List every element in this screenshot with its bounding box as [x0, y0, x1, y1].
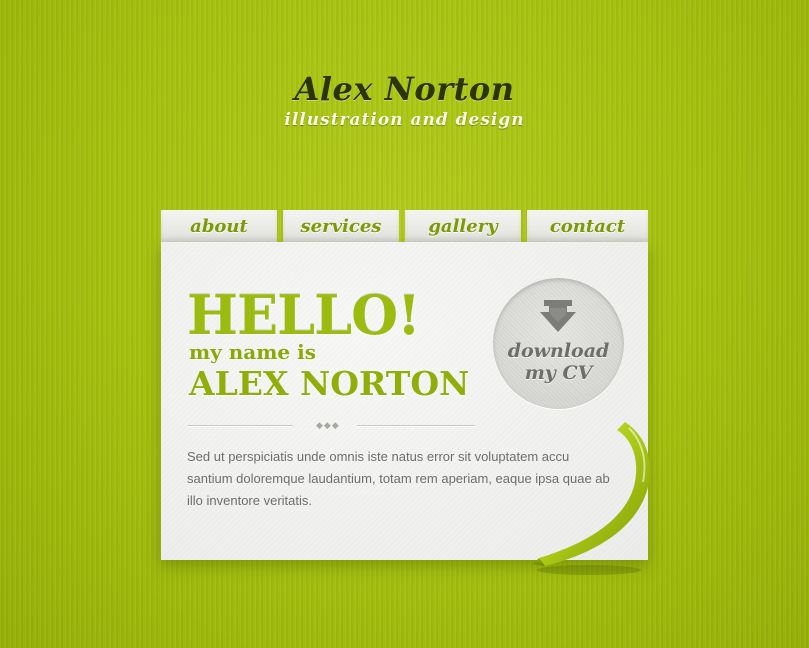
download-cv-button[interactable]: download my CV — [493, 278, 624, 409]
download-label-line1: download — [507, 340, 610, 362]
down-arrow-icon — [540, 300, 576, 332]
name-heading: ALEX NORTON — [189, 364, 470, 403]
site-tagline: illustration and design — [284, 110, 525, 130]
hello-heading: HELLO! — [187, 283, 421, 347]
divider-dots: ◆◆◆ — [316, 420, 340, 430]
divider-left — [188, 425, 293, 426]
nav-tab-services[interactable]: services — [283, 210, 399, 242]
corner-ribbon — [533, 422, 650, 575]
nav-tab-about[interactable]: about — [161, 210, 277, 242]
main-nav: about services gallery contact — [161, 210, 648, 242]
intro-text: my name is — [189, 340, 316, 364]
nav-tab-gallery[interactable]: gallery — [405, 210, 521, 242]
download-label: download my CV — [493, 340, 624, 384]
download-label-line2: my CV — [524, 362, 593, 384]
divider-right — [357, 425, 475, 426]
site-title: Alex Norton — [294, 70, 515, 108]
nav-tab-contact[interactable]: contact — [527, 210, 648, 242]
